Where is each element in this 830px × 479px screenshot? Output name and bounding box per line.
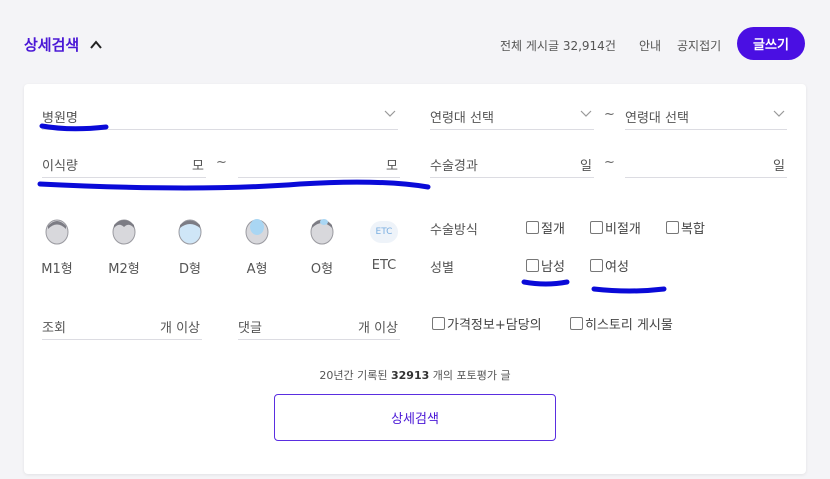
period-unit-from: 일: [580, 159, 592, 174]
hair-type-label-a: A형: [246, 262, 268, 277]
search-header: 상세검색 전체 게시글 32,914건 안내 공지접기 글쓰기: [0, 0, 830, 84]
graft-to-input[interactable]: 모: [238, 142, 400, 178]
age-from-select[interactable]: 연령대 선택: [430, 94, 594, 130]
gender-male-checkbox[interactable]: 남성: [526, 256, 565, 275]
hair-type-label-m2: M2형: [108, 262, 140, 277]
a-head-icon[interactable]: [243, 216, 271, 246]
detail-search-button[interactable]: 상세검색: [274, 394, 556, 441]
gender-female-checkbox[interactable]: 여성: [590, 256, 629, 275]
method-label: 수술방식: [430, 223, 478, 238]
o-head-icon[interactable]: [308, 216, 336, 246]
write-button[interactable]: 글쓰기: [737, 27, 805, 60]
hair-type-label-etc: ETC: [371, 258, 397, 273]
period-to-input[interactable]: 일: [625, 142, 787, 178]
gender-label: 성별: [430, 261, 454, 276]
detail-search-toggle[interactable]: 상세검색: [24, 34, 103, 55]
comments-input[interactable]: 댓글 개 이상: [238, 304, 400, 340]
photo-review-summary: 20년간 기록된 32913 개의 포토평가 글: [319, 369, 511, 382]
hair-type-label-m1: M1형: [41, 262, 73, 277]
comments-label: 댓글: [238, 321, 262, 336]
m1-head-icon[interactable]: [43, 216, 71, 246]
views-input[interactable]: 조회 개 이상: [42, 304, 202, 340]
price-doctor-checkbox[interactable]: 가격정보+담당의: [432, 314, 542, 333]
chevron-down-icon: [773, 110, 785, 117]
age-from-label: 연령대 선택: [430, 111, 494, 126]
total-posts-count: 전체 게시글 32,914건: [500, 39, 616, 53]
graft-range-tilde: ~: [216, 155, 227, 170]
hair-type-label-d: D형: [179, 262, 201, 277]
m2-head-icon[interactable]: [110, 216, 138, 246]
detail-search-title: 상세검색: [24, 36, 80, 54]
comments-unit: 개 이상: [357, 321, 398, 336]
hospital-select[interactable]: 병원명: [42, 94, 398, 130]
fold-notice-link[interactable]: 공지접기: [677, 37, 721, 54]
notice-link[interactable]: 안내: [639, 37, 661, 54]
hospital-label: 병원명: [42, 111, 78, 126]
detail-search-panel: 병원명 연령대 선택 ~ 연령대 선택 이식량 모 ~ 모 수술경과 일 ~ 일: [24, 84, 806, 474]
period-label: 수술경과: [430, 159, 478, 174]
method-non-incision-checkbox[interactable]: 비절개: [590, 218, 641, 237]
method-combined-checkbox[interactable]: 복합: [666, 218, 705, 237]
etc-icon[interactable]: ETC: [370, 221, 398, 243]
age-to-select[interactable]: 연령대 선택: [625, 94, 787, 130]
graft-unit-to: 모: [386, 159, 398, 174]
d-head-icon[interactable]: [176, 216, 204, 246]
age-to-label: 연령대 선택: [625, 111, 689, 126]
chevron-up-icon: [90, 39, 102, 49]
graft-label: 이식량: [42, 159, 78, 174]
graft-unit-from: 모: [192, 159, 204, 174]
period-range-tilde: ~: [604, 155, 615, 170]
graft-from-input[interactable]: 이식량 모: [42, 142, 206, 178]
method-incision-checkbox[interactable]: 절개: [526, 218, 565, 237]
chevron-down-icon: [580, 110, 592, 117]
period-from-input[interactable]: 수술경과 일: [430, 142, 594, 178]
photo-review-count: 32913: [390, 369, 430, 382]
views-unit: 개 이상: [159, 321, 200, 336]
history-post-checkbox[interactable]: 히스토리 게시물: [570, 314, 673, 333]
hair-type-label-o: O형: [310, 262, 334, 277]
chevron-down-icon: [384, 110, 396, 117]
views-label: 조회: [42, 321, 66, 336]
age-range-tilde: ~: [604, 107, 615, 122]
period-unit-to: 일: [773, 159, 785, 174]
